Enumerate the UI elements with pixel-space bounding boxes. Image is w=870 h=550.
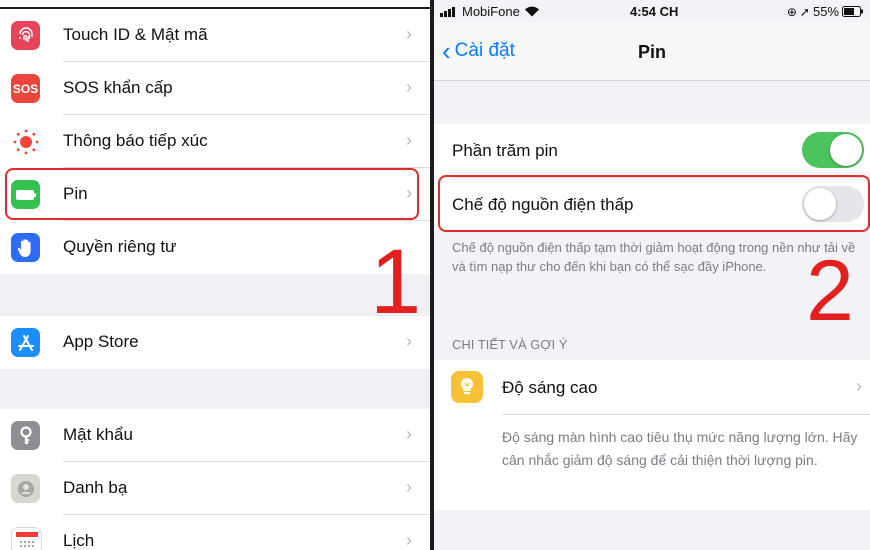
battery-level: 55% [812, 4, 839, 19]
key-icon [11, 421, 40, 450]
settings-item-sos[interactable]: SOS SOS khẩn cấp › [0, 62, 430, 115]
settings-item-label: Touch ID & Mật mã [63, 25, 208, 44]
exposure-notification-icon [11, 127, 40, 156]
settings-item-label: Lịch [63, 531, 95, 550]
chevron-right-icon: › [856, 376, 862, 396]
page-title: Pin [637, 42, 666, 62]
carrier-group: MobiFone [440, 4, 540, 19]
fingerprint-icon [11, 21, 40, 50]
settings-item-label: Quyền riêng tư [63, 237, 177, 256]
section-header: CHI TIẾT VÀ GỢI Ý [452, 337, 568, 352]
settings-item-app-store[interactable]: App Store › [0, 316, 430, 369]
carrier-name: MobiFone [462, 4, 520, 19]
chevron-right-icon: › [406, 24, 412, 44]
section-gap [0, 274, 430, 316]
highlight-box-battery [5, 168, 419, 220]
settings-list-panel: Touch ID & Mật mã › SOS SOS khẩn cấp › T… [0, 0, 430, 550]
settings-item-label: SOS khẩn cấp [63, 78, 173, 97]
settings-item-calendar[interactable]: Lịch › [0, 515, 430, 550]
chevron-right-icon: › [406, 424, 412, 444]
chevron-right-icon: › [406, 477, 412, 497]
suggestion-card[interactable]: Độ sáng cao › Độ sáng màn hình cao tiêu … [434, 360, 870, 510]
battery-percentage-label: Phần trăm pin [452, 141, 558, 160]
settings-item-exposure[interactable]: Thông báo tiếp xúc › [0, 115, 430, 168]
section-gap [0, 369, 430, 409]
app-store-icon [11, 328, 40, 357]
lightbulb-icon [451, 371, 483, 403]
sos-icon: SOS [11, 74, 40, 103]
settings-item-label: Thông báo tiếp xúc [63, 131, 208, 150]
signal-icon [440, 7, 455, 17]
annotation-number-1: 1 [370, 231, 422, 333]
battery-status-group: ⊕ ➚ 55% [787, 4, 864, 19]
wifi-icon [524, 6, 539, 17]
settings-item-label: App Store [63, 332, 139, 351]
suggestion-title: Độ sáng cao [502, 378, 598, 397]
settings-item-label: Mật khẩu [63, 425, 133, 444]
navigation-bar: ‹ Cài đặt Pin [434, 22, 870, 81]
settings-item-passwords[interactable]: Mật khẩu › [0, 409, 430, 462]
status-time: 4:54 CH [630, 4, 679, 19]
settings-item-contacts[interactable]: Danh bạ › [0, 462, 430, 515]
status-bar: MobiFone 4:54 CH ⊕ ➚ 55% [434, 0, 870, 22]
row-separator [502, 414, 870, 415]
chevron-right-icon: › [406, 331, 412, 351]
hand-icon [11, 233, 40, 262]
annotation-number-2: 2 [806, 243, 854, 339]
chevron-right-icon: › [406, 77, 412, 97]
calendar-icon [11, 527, 42, 550]
low-power-mode-note: Chế độ nguồn điện thấp tạm thời giảm hoạ… [452, 240, 856, 274]
suggestion-note: Độ sáng màn hình cao tiêu thụ mức năng l… [502, 429, 858, 468]
battery-settings-panel: MobiFone 4:54 CH ⊕ ➚ 55% ‹ Cài đặt Pin P… [434, 0, 870, 550]
settings-item-label: Danh bạ [63, 478, 128, 497]
battery-status-icon [842, 6, 863, 17]
sos-icon-text: SOS [12, 81, 39, 96]
location-icon: ➚ [799, 4, 810, 19]
toggle-knob [830, 134, 862, 166]
settings-item-touch-id[interactable]: Touch ID & Mật mã › [0, 9, 430, 62]
chevron-right-icon: › [406, 130, 412, 150]
settings-item-privacy[interactable]: Quyền riêng tư [0, 221, 430, 274]
orientation-lock-icon: ⊕ [786, 4, 797, 19]
battery-percentage-toggle[interactable] [802, 132, 864, 168]
highlight-box-low-power [438, 175, 870, 232]
chevron-right-icon: › [406, 530, 412, 550]
contacts-icon [11, 474, 40, 503]
